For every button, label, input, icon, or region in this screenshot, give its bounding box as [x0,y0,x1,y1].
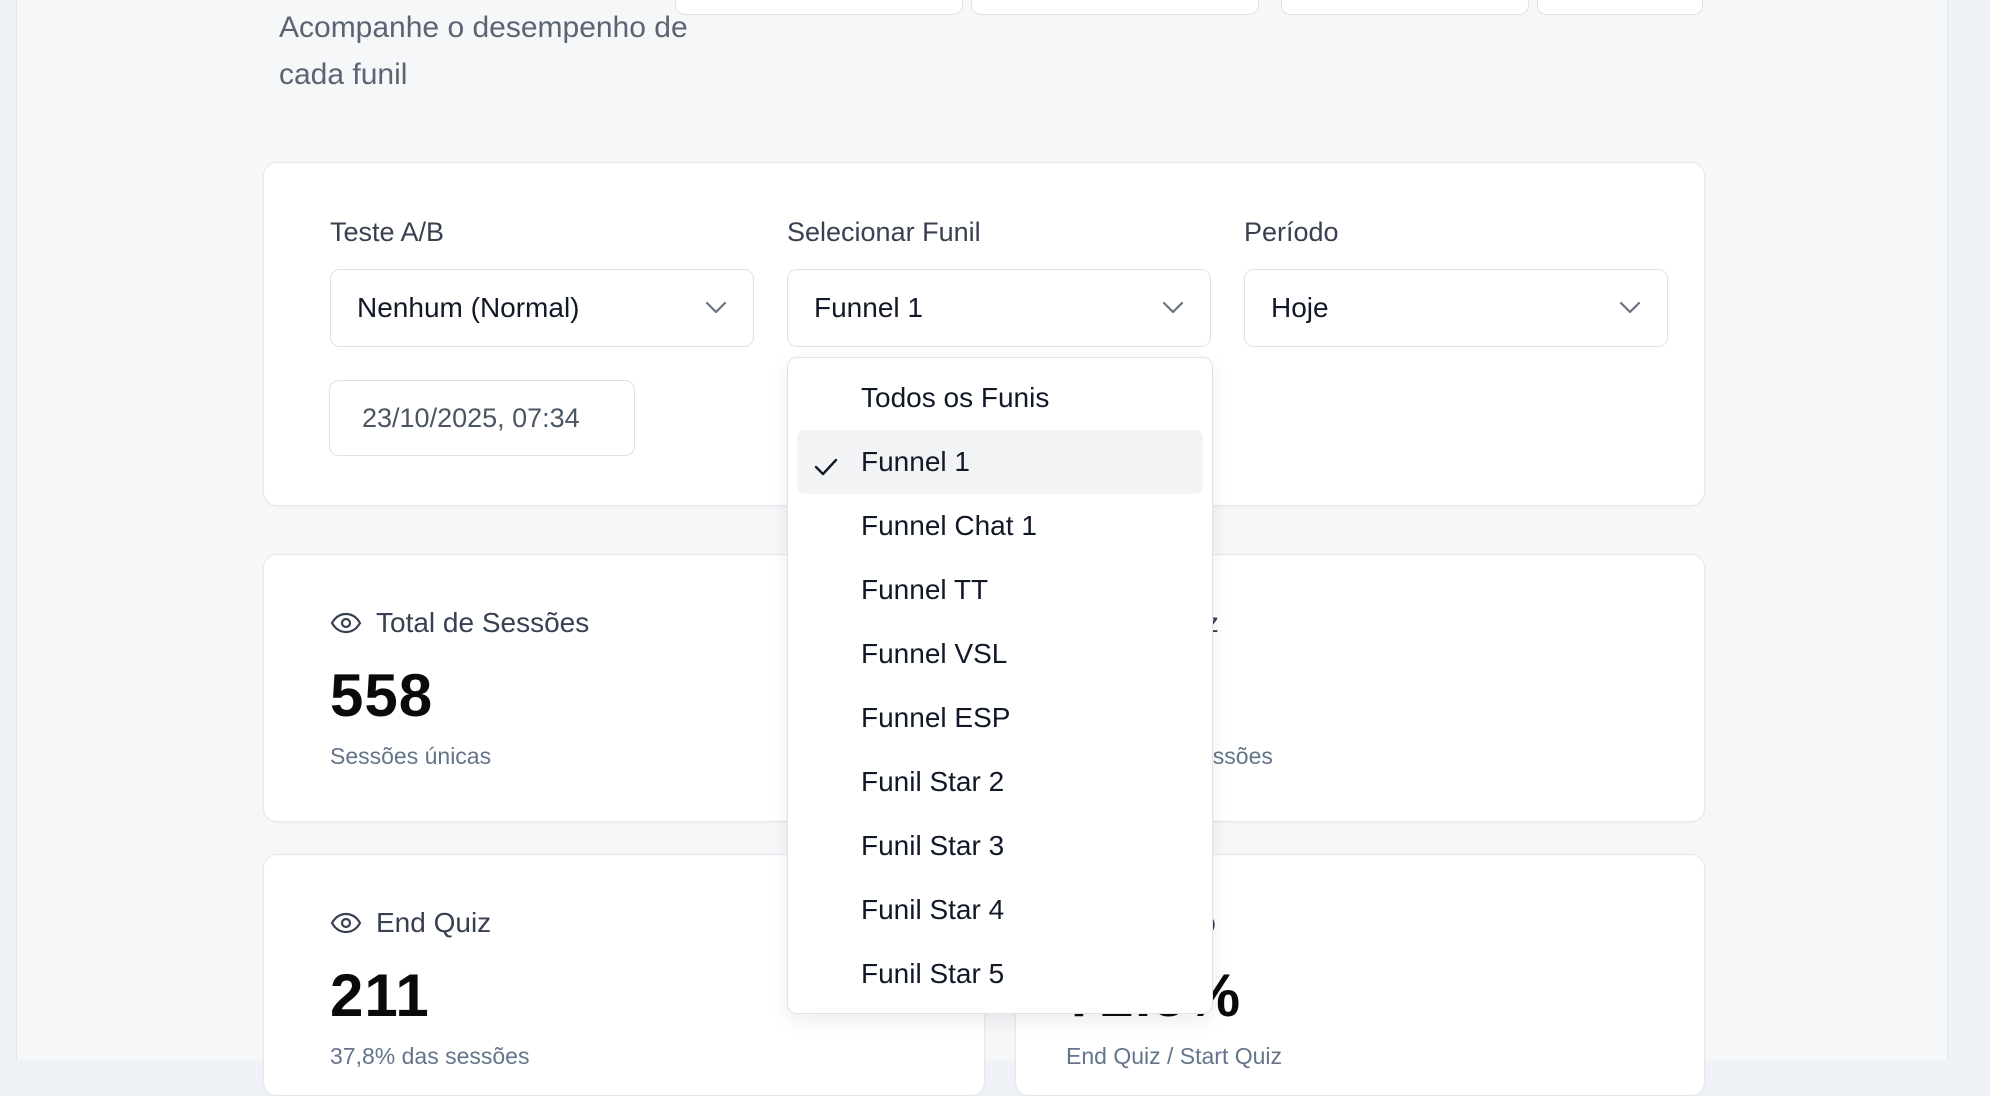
toolbar-button-2[interactable] [971,0,1259,15]
funnel-option-label: Funnel 1 [861,446,970,477]
funnel-option[interactable]: Funil Star 3 [797,814,1203,878]
funnel-option-label: Funil Star 5 [861,958,1005,989]
funnel-option[interactable]: Funil Star 5 [797,942,1203,1006]
conversion-subtext: End Quiz / Start Quiz [1066,1043,1283,1069]
end-quiz-title: End Quiz [330,907,491,939]
total-sessions-title: Total de Sessões [330,607,589,639]
toolbar-button-4[interactable] [1537,0,1703,15]
toolbar-button-3[interactable] [1281,0,1529,15]
funnel-option[interactable]: Funil Star 4 [797,878,1203,942]
end-quiz-label: End Quiz [376,907,492,938]
eye-icon [330,912,362,934]
funnel-option-label: Funnel VSL [861,638,1008,669]
funnel-select-label: Selecionar Funil [787,217,981,247]
funnel-option-label: Funnel TT [861,574,989,605]
toolbar-button-1[interactable] [675,0,963,15]
total-sessions-label: Total de Sessões [376,607,590,638]
funnel-option[interactable]: Funil Star 2 [797,750,1203,814]
period-value: Hoje [1271,292,1329,323]
page-container: Acompanhe o desempenho de cada funil Tes… [16,0,1948,1096]
funnel-option-label: Funil Star 2 [861,766,1005,797]
funnel-select[interactable]: Funnel 1 [787,269,1211,347]
funnel-option-label: Todos os Funis [861,382,1050,413]
chevron-down-icon [1619,301,1641,315]
period-label: Período [1244,217,1339,247]
chevron-down-icon [705,301,727,315]
ab-test-select[interactable]: Nenhum (Normal) [330,269,754,347]
funnel-option[interactable]: Funnel 1 [797,430,1203,494]
funnel-option[interactable]: Funnel TT [797,558,1203,622]
total-sessions-value: 558 [330,662,434,729]
period-select[interactable]: Hoje [1244,269,1668,347]
funnel-option-label: Funnel Chat 1 [861,510,1037,541]
total-sessions-subtext: Sessões únicas [330,743,492,769]
funnel-dropdown-menu: Todos os Funis Funnel 1 Funnel Chat 1 Funne… [787,357,1213,1014]
ab-test-label: Teste A/B [330,217,445,247]
funnel-option[interactable]: Funnel Chat 1 [797,494,1203,558]
datetime-field[interactable]: 23/10/2025, 07:34 [329,380,635,456]
check-icon [813,452,839,476]
funnel-option[interactable]: Funnel ESP [797,686,1203,750]
eye-icon [330,612,362,634]
end-quiz-value: 211 [330,962,430,1029]
end-quiz-subtext: 37,8% das sessões [330,1043,530,1069]
funnel-option-label: Funnel ESP [861,702,1011,733]
funnel-option[interactable]: Todos os Funis [797,366,1203,430]
ab-test-value: Nenhum (Normal) [357,292,580,323]
funnel-option-label: Funil Star 4 [861,894,1005,925]
funnel-option-label: Funil Star 3 [861,830,1005,861]
page-subtitle: Acompanhe o desempenho de cada funil [279,11,688,91]
funnel-option[interactable]: Funnel VSL [797,622,1203,686]
chevron-down-icon [1162,301,1184,315]
funnel-select-value: Funnel 1 [814,292,923,323]
